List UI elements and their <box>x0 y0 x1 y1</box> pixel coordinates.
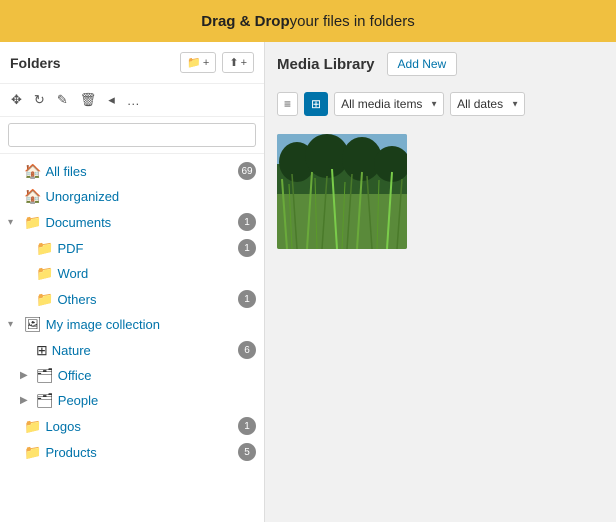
more1-icon[interactable]: ◂ <box>105 90 118 110</box>
folder-icon: 📁 <box>36 265 53 282</box>
badge: 1 <box>238 213 256 231</box>
filter-type-select[interactable]: All media items <box>334 92 444 116</box>
sidebar-item-office[interactable]: ▶ 🗂 Office <box>0 363 264 388</box>
banner-bold: Drag & Drop <box>201 13 289 30</box>
sidebar-item-label: All files <box>45 164 234 179</box>
folders-header: Folders 📁 + ⬆ + <box>0 42 264 84</box>
folder-plus-icon: 📁 <box>187 56 201 69</box>
refresh-icon[interactable]: ↻ <box>31 90 48 110</box>
sidebar-item-others[interactable]: 📁 Others 1 <box>0 286 264 312</box>
filter-date-wrapper: All dates <box>450 92 525 116</box>
sidebar-item-label: Unorganized <box>45 189 256 204</box>
sidebar-item-documents[interactable]: ▾ 📁 Documents 1 <box>0 209 264 235</box>
sidebar-item-logos[interactable]: 📁 Logos 1 <box>0 413 264 439</box>
media-toolbar: ≡ ⊞ All media items All dates <box>265 86 616 122</box>
chevron-down-icon: ▾ <box>8 217 20 228</box>
badge: 5 <box>238 443 256 461</box>
sidebar-item-label: Nature <box>52 343 234 358</box>
folder-icon: 📁 <box>36 291 53 308</box>
list-view-button[interactable]: ≡ <box>277 92 298 116</box>
badge: 1 <box>238 290 256 308</box>
chevron-right-icon: ▶ <box>20 370 32 381</box>
banner-rest: your files in folders <box>290 13 415 30</box>
media-grid <box>277 134 604 249</box>
grid-view-button[interactable]: ⊞ <box>304 92 328 116</box>
right-panel: Media Library Add New ≡ ⊞ All media item… <box>265 42 616 522</box>
media-library-title: Media Library <box>277 56 375 73</box>
badge: 69 <box>238 162 256 180</box>
folder-icon: 📁 <box>24 444 41 461</box>
sidebar-item-products[interactable]: 📁 Products 5 <box>0 439 264 465</box>
home-icon: 🏠 <box>24 163 41 180</box>
edit-icon[interactable]: ✎ <box>54 90 71 110</box>
move-icon[interactable]: ✥ <box>8 90 25 110</box>
chevron-right-icon: ▶ <box>20 395 32 406</box>
sidebar-item-people[interactable]: ▶ 🗂 People <box>0 388 264 413</box>
sidebar-item-unorganized[interactable]: 🏠 Unorganized <box>0 184 264 209</box>
sidebar-item-label: My image collection <box>46 317 256 332</box>
new-folder-button[interactable]: 📁 + <box>180 52 216 73</box>
folder-tree: 🏠 All files 69 🏠 Unorganized ▾ 📁 Documen… <box>0 154 264 522</box>
folder-special-icon: 🗂 <box>36 367 54 384</box>
folder-toolbar: ✥ ↻ ✎ 🗑 ◂ … <box>0 84 264 117</box>
sidebar-item-label: Office <box>58 368 256 383</box>
grid-icon: ⊞ <box>36 342 48 359</box>
home-icon: 🏠 <box>24 188 41 205</box>
top-banner: Drag & Drop your files in folders <box>0 0 616 42</box>
sidebar-item-label: People <box>58 393 256 408</box>
folders-title: Folders <box>10 55 174 71</box>
sidebar-item-all-files[interactable]: 🏠 All files 69 <box>0 158 264 184</box>
sidebar-item-label: Products <box>45 445 234 460</box>
folder-special-icon: 🗂 <box>36 392 54 409</box>
badge: 6 <box>238 341 256 359</box>
sidebar-item-word[interactable]: 📁 Word <box>0 261 264 286</box>
chevron-down-icon: ▾ <box>8 319 20 330</box>
search-container <box>0 117 264 154</box>
filter-date-select[interactable]: All dates <box>450 92 525 116</box>
sidebar-item-pdf[interactable]: 📁 PDF 1 <box>0 235 264 261</box>
more2-icon[interactable]: … <box>124 91 143 110</box>
filter-type-wrapper: All media items <box>334 92 444 116</box>
search-input[interactable] <box>8 123 256 147</box>
add-new-button[interactable]: Add New <box>387 52 458 76</box>
media-content <box>265 122 616 522</box>
sidebar-item-label: Documents <box>45 215 234 230</box>
folder-icon: 📁 <box>24 418 41 435</box>
sidebar-item-label: Logos <box>45 419 234 434</box>
delete-icon[interactable]: 🗑 <box>77 90 100 110</box>
folder-icon: 📁 <box>36 240 53 257</box>
badge: 1 <box>238 417 256 435</box>
sidebar-item-nature[interactable]: ⊞ Nature 6 <box>0 337 264 363</box>
left-panel: Folders 📁 + ⬆ + ✥ ↻ ✎ 🗑 ◂ … <box>0 42 265 522</box>
upload-icon: ⬆ <box>229 56 238 69</box>
gallery-icon: 🖼 <box>24 316 42 333</box>
sidebar-item-my-image-collection[interactable]: ▾ 🖼 My image collection <box>0 312 264 337</box>
sidebar-item-label: Word <box>57 266 256 281</box>
upload-folder-button[interactable]: ⬆ + <box>222 52 254 73</box>
media-item[interactable] <box>277 134 407 249</box>
sidebar-item-label: PDF <box>57 241 234 256</box>
media-header: Media Library Add New <box>265 42 616 86</box>
badge: 1 <box>238 239 256 257</box>
folder-icon: 📁 <box>24 214 41 231</box>
sidebar-item-label: Others <box>57 292 234 307</box>
